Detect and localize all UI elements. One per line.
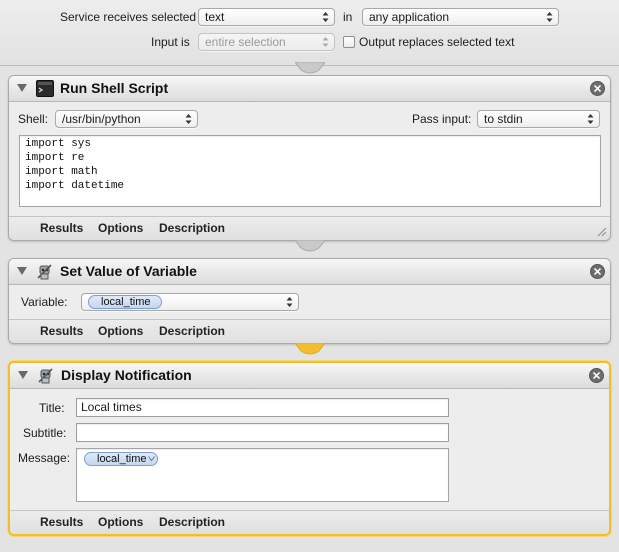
action-connector [295,62,325,74]
shell-popup[interactable]: /usr/bin/python [55,110,198,128]
popup-arrows-icon [322,34,329,50]
options-tab[interactable]: Options [98,324,143,338]
action-footer: Results Options Description [10,510,609,534]
action-title: Run Shell Script [60,80,169,96]
action-header: Set Value of Variable [9,259,610,285]
input-is-label: Input is [151,35,190,49]
action-body: Title: Local times Subtitle: Message: lo… [10,389,609,510]
notification-title-value: Local times [81,400,142,414]
action-set-value-of-variable[interactable]: Set Value of Variable Variable: local_ti… [8,258,611,344]
action-connector [295,343,325,355]
action-header: Display Notification [10,363,609,389]
input-is-value: entire selection [205,35,286,49]
action-header: Run Shell Script [9,76,610,102]
script-editor[interactable]: import sys import re import math import … [19,135,601,207]
close-action-icon[interactable] [589,368,604,383]
pass-input-value: to stdin [484,112,523,126]
message-token-label: local_time [97,453,147,465]
service-receives-label: Service receives selected [60,10,197,24]
disclosure-triangle-icon[interactable] [18,371,28,380]
action-body: Variable: local_time [9,286,610,321]
disclosure-triangle-icon[interactable] [17,84,27,93]
variable-token-label: local_time [101,296,151,308]
action-title: Display Notification [61,367,192,383]
output-replaces-checkbox[interactable] [343,36,355,48]
close-action-icon[interactable] [590,264,605,279]
disclosure-triangle-icon[interactable] [17,267,27,276]
popup-arrows-icon [286,294,293,310]
application-value: any application [369,10,450,24]
message-field-label: Message: [18,451,71,465]
terminal-icon [36,80,54,97]
service-receives-popup[interactable]: text [198,8,335,26]
options-tab[interactable]: Options [98,515,143,529]
popup-arrows-icon [185,111,192,127]
title-field-label: Title: [39,401,65,415]
variable-token[interactable]: local_time [88,295,162,309]
action-title: Set Value of Variable [60,263,197,279]
script-text: import sys import re import math import … [25,138,125,192]
close-action-icon[interactable] [590,81,605,96]
service-receives-value: text [205,10,225,24]
description-tab[interactable]: Description [159,221,225,235]
description-tab[interactable]: Description [159,515,225,529]
shell-value: /usr/bin/python [62,112,141,126]
notification-subtitle-field[interactable] [76,423,449,442]
workflow-input-header: Service receives selected text in any ap… [0,0,619,66]
notification-message-field[interactable]: local_time [76,448,449,502]
in-label: in [343,10,353,24]
action-footer: Results Options Description [9,319,610,343]
variable-popup[interactable]: local_time [81,293,299,311]
action-connector [295,240,325,252]
action-body: Shell: /usr/bin/python Pass input: to st… [9,103,610,218]
shell-label: Shell: [18,112,49,126]
pass-input-label: Pass input: [412,112,472,126]
automator-robot-icon [38,368,53,384]
popup-arrows-icon [587,111,594,127]
subtitle-field-label: Subtitle: [23,426,67,440]
options-tab[interactable]: Options [98,221,143,235]
popup-arrows-icon [322,9,329,25]
action-display-notification[interactable]: Display Notification Title: Local times … [8,361,611,536]
action-run-shell-script[interactable]: Run Shell Script Shell: /usr/bin/python … [8,75,611,241]
notification-title-field[interactable]: Local times [76,398,449,417]
chevron-down-icon [147,456,155,462]
output-replaces-label: Output replaces selected text [359,35,515,49]
resize-grip-icon[interactable] [597,227,607,237]
pass-input-popup[interactable]: to stdin [477,110,600,128]
results-tab[interactable]: Results [40,515,83,529]
results-tab[interactable]: Results [40,324,83,338]
message-variable-token[interactable]: local_time [84,452,158,466]
automator-robot-icon [37,264,52,280]
input-is-popup[interactable]: entire selection [198,33,335,51]
application-popup[interactable]: any application [362,8,559,26]
popup-arrows-icon [546,9,553,25]
variable-label: Variable: [21,295,68,309]
results-tab[interactable]: Results [40,221,83,235]
description-tab[interactable]: Description [159,324,225,338]
action-footer: Results Options Description [9,216,610,240]
